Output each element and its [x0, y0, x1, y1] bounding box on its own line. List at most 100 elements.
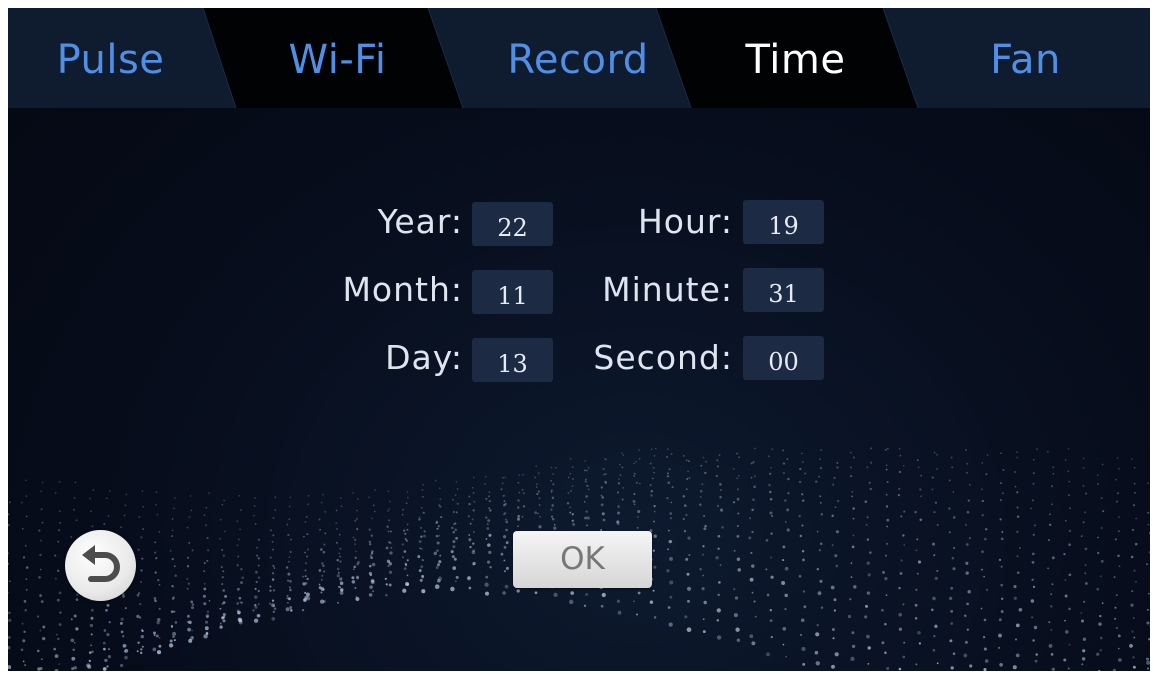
- wave-particle: [985, 473, 988, 476]
- wave-particle: [600, 604, 604, 608]
- back-button[interactable]: [65, 530, 136, 601]
- wave-particle: [141, 645, 144, 648]
- wave-particle: [849, 451, 852, 454]
- wave-particle: [980, 568, 983, 571]
- wave-particle: [436, 549, 439, 552]
- wave-particle: [171, 529, 174, 532]
- wave-particle: [406, 528, 409, 531]
- wave-particle: [652, 589, 655, 592]
- wave-particle: [204, 620, 209, 624]
- year-field[interactable]: 22: [472, 202, 553, 246]
- wave-particle: [1084, 564, 1087, 566]
- wave-particle: [1082, 637, 1087, 641]
- tab-time[interactable]: Time: [713, 8, 878, 108]
- wave-particle: [8, 645, 11, 650]
- wave-particle: [170, 610, 174, 614]
- wave-particle: [286, 597, 289, 600]
- tab-record[interactable]: Record: [478, 8, 678, 108]
- wave-particle: [24, 544, 27, 547]
- wave-particle: [142, 528, 145, 531]
- wave-particle: [253, 505, 256, 507]
- wave-particle: [503, 500, 506, 503]
- wave-particle: [603, 473, 605, 476]
- wave-particle: [286, 523, 289, 526]
- wave-particle: [222, 554, 225, 557]
- wave-particle: [1050, 485, 1053, 488]
- wave-particle: [866, 538, 870, 541]
- wave-particle: [830, 585, 835, 590]
- wave-particle: [1068, 480, 1071, 483]
- wave-particle: [139, 616, 142, 619]
- tab-wifi[interactable]: Wi-Fi: [260, 8, 415, 108]
- wave-particle: [1047, 567, 1049, 570]
- wave-particle: [124, 504, 127, 507]
- wave-particle: [1133, 466, 1136, 469]
- wave-particle: [916, 538, 919, 541]
- minute-field[interactable]: 31: [743, 268, 824, 312]
- wave-particle: [455, 575, 459, 579]
- wave-particle: [1117, 634, 1121, 638]
- wave-particle: [967, 499, 970, 502]
- wave-particle: [816, 568, 819, 571]
- wave-particle: [120, 630, 124, 634]
- wave-particle: [1100, 559, 1104, 563]
- wave-particle: [899, 454, 902, 457]
- wave-particle: [153, 634, 156, 636]
- wave-particle: [752, 461, 755, 464]
- wave-particle: [1016, 491, 1019, 494]
- day-field[interactable]: 13: [472, 338, 553, 382]
- wave-particle: [769, 490, 772, 494]
- wave-particle: [108, 648, 110, 651]
- wave-particle: [455, 536, 459, 540]
- wave-particle: [352, 536, 355, 539]
- tab-pulse[interactable]: Pulse: [38, 8, 183, 108]
- wave-particle: [715, 474, 718, 478]
- wave-particle: [140, 629, 144, 632]
- wave-particle: [288, 560, 290, 563]
- second-label: Second:: [593, 338, 733, 377]
- wave-particle: [963, 653, 968, 658]
- wave-particle: [999, 518, 1002, 521]
- wave-particle: [1117, 467, 1120, 470]
- wave-particle: [272, 534, 275, 537]
- wave-particle: [815, 661, 820, 666]
- wave-particle: [749, 517, 752, 520]
- wave-particle: [59, 521, 62, 524]
- wave-particle: [998, 633, 1002, 638]
- wave-particle: [902, 534, 905, 537]
- wave-particle: [405, 539, 408, 542]
- wave-particle: [682, 454, 685, 457]
- wave-particle: [517, 506, 520, 509]
- wave-particle: [8, 591, 9, 594]
- ok-button[interactable]: OK: [513, 531, 652, 588]
- wave-particle: [254, 523, 257, 525]
- wave-particle: [852, 517, 855, 520]
- wave-particle: [257, 538, 261, 541]
- wave-particle: [966, 602, 969, 606]
- wave-particle: [1064, 630, 1069, 634]
- wave-particle: [537, 490, 540, 493]
- tab-fan[interactable]: Fan: [958, 8, 1093, 108]
- wave-particle: [423, 530, 426, 533]
- wave-particle: [851, 545, 855, 549]
- wave-particle: [583, 501, 586, 503]
- wave-particle: [157, 618, 161, 622]
- wave-particle: [700, 464, 703, 467]
- wave-particle: [1117, 530, 1120, 533]
- month-field[interactable]: 11: [472, 270, 553, 314]
- wave-particle: [881, 641, 885, 645]
- second-field[interactable]: 00: [743, 336, 824, 380]
- wave-particle: [716, 459, 719, 462]
- wave-particle: [633, 503, 636, 506]
- wave-particle: [92, 489, 95, 492]
- wave-particle: [965, 543, 969, 546]
- wave-particle: [73, 614, 77, 618]
- wave-particle: [219, 537, 222, 540]
- wave-particle: [684, 504, 687, 507]
- wave-particle: [73, 666, 77, 670]
- undo-arrow-icon: [82, 545, 120, 582]
- hour-field[interactable]: 19: [743, 200, 824, 244]
- wave-particle: [833, 476, 836, 480]
- wave-particle: [505, 528, 508, 532]
- wave-particle: [1133, 569, 1136, 572]
